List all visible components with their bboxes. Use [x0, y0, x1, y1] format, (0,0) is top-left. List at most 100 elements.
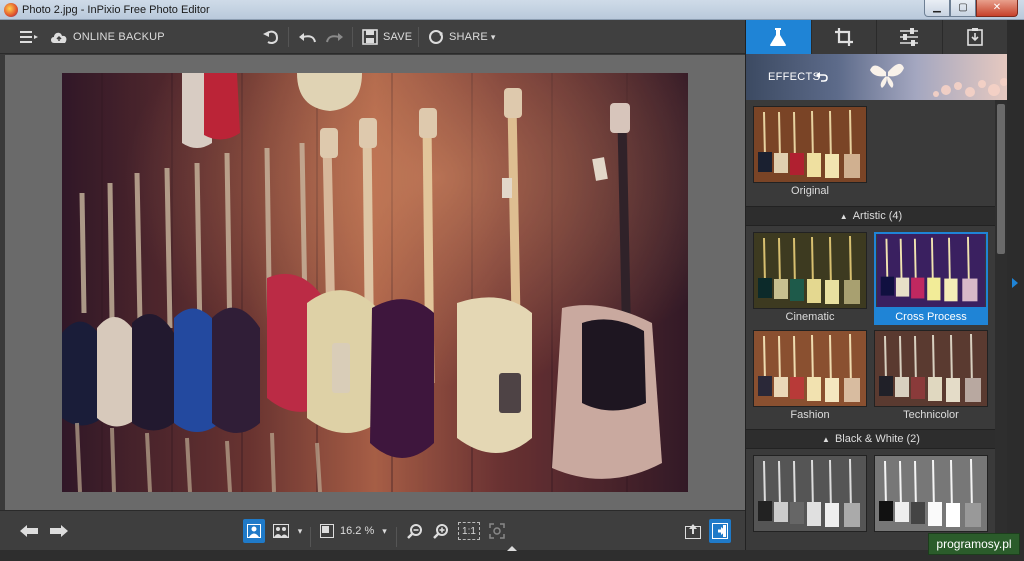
toolbar-separator	[418, 27, 419, 47]
undo-icon	[299, 33, 316, 43]
save-label: SAVE	[383, 31, 413, 43]
sliders-icon	[900, 28, 919, 46]
bottom-toolbar: ▾ 16.2 % ▾ 1:1	[0, 510, 745, 550]
compare-icon	[273, 524, 289, 538]
toolbar-separator	[288, 27, 289, 47]
redo-button[interactable]	[326, 20, 344, 54]
effect-cinematic[interactable]: Cinematic	[753, 232, 867, 325]
effect-thumbnail	[753, 330, 867, 407]
crop-icon	[834, 28, 853, 46]
rotate-button[interactable]	[262, 20, 280, 54]
tab-effects[interactable]	[746, 20, 812, 54]
effect-fashion[interactable]: Fashion	[753, 330, 867, 423]
toggle-panel-button[interactable]	[709, 519, 731, 543]
effect-label: Technicolor	[903, 409, 959, 421]
status-strip	[0, 550, 1024, 561]
zoom-control[interactable]: 16.2 % ▾	[320, 520, 387, 542]
window-controls: ▁ ▢ ✕	[924, 0, 1018, 17]
main-toolbar: ONLINE BACKUP SAVE SHARE ▾	[0, 20, 745, 54]
effect-thumbnail	[874, 455, 988, 532]
panel-collapse-strip[interactable]	[1007, 20, 1024, 550]
effect-label: Fashion	[790, 409, 830, 421]
save-icon	[362, 29, 378, 45]
zoom-out-button[interactable]	[404, 519, 426, 543]
effect-original[interactable]: Original	[753, 106, 867, 199]
effect-thumbnail	[753, 455, 867, 532]
tab-export[interactable]	[943, 20, 1009, 54]
title-bar: Photo 2.jpg - InPixio Free Photo Editor …	[0, 0, 1024, 20]
toolbar-separator	[310, 527, 311, 547]
arrow-left-icon	[20, 525, 38, 537]
toolbar-separator	[352, 27, 353, 47]
tab-adjust[interactable]	[877, 20, 943, 54]
chevron-down-icon: ▾	[297, 525, 303, 536]
guitar-wall-image	[62, 73, 688, 492]
tab-crop[interactable]	[812, 20, 877, 54]
upload-button[interactable]	[682, 519, 704, 543]
next-image-button[interactable]	[46, 519, 70, 543]
actual-size-button[interactable]: 1:1	[458, 522, 480, 540]
panel-toggle-icon	[712, 523, 728, 539]
online-backup-label: ONLINE BACKUP	[73, 31, 165, 43]
compare-view-button[interactable]	[270, 519, 292, 543]
chevron-down-icon: ▾	[382, 525, 387, 536]
undo-button[interactable]	[298, 20, 316, 54]
chevron-down-icon: ▾	[490, 31, 496, 42]
chevron-right-icon[interactable]	[1012, 278, 1018, 288]
fit-window-button[interactable]	[486, 519, 508, 543]
chevron-up-icon: ▲	[822, 434, 830, 444]
previous-image-button[interactable]	[18, 519, 42, 543]
effects-panel: EFFECTS Original ▲ Artistic (4) Cinemati…	[745, 20, 1008, 550]
minimize-button[interactable]: ▁	[924, 0, 950, 17]
app-icon	[4, 3, 18, 17]
menu-button[interactable]	[20, 20, 38, 54]
effect-label: Cinematic	[785, 311, 835, 323]
effect-label	[753, 532, 867, 548]
reset-icon[interactable]	[816, 71, 828, 82]
single-view-button[interactable]	[243, 519, 265, 543]
effects-scrollbar[interactable]	[995, 100, 1007, 550]
view-dropdown[interactable]: ▾	[294, 519, 306, 543]
save-button[interactable]: SAVE	[362, 20, 412, 54]
fit-screen-icon	[320, 524, 334, 538]
zoom-in-icon	[433, 524, 448, 539]
effect-label: Original	[791, 185, 829, 197]
effect-thumbnail	[753, 106, 867, 183]
redo-icon	[326, 33, 343, 43]
collapse-bottom-icon[interactable]	[507, 546, 517, 551]
zoom-value: 16.2 %	[340, 525, 375, 537]
rotate-icon	[263, 30, 279, 44]
window-title: Photo 2.jpg - InPixio Free Photo Editor	[22, 4, 210, 16]
edited-photo[interactable]	[62, 73, 688, 492]
effects-list: Original ▲ Artistic (4) Cinematic Cross …	[746, 100, 996, 550]
section-title: Black & White (2)	[834, 433, 920, 445]
upload-icon	[685, 524, 701, 539]
share-button[interactable]: SHARE ▾	[428, 20, 495, 54]
zoom-out-icon	[407, 524, 422, 539]
section-artistic[interactable]: ▲ Artistic (4)	[746, 206, 996, 226]
effect-thumbnail	[753, 232, 867, 309]
effect-thumbnail	[874, 232, 988, 309]
scrollbar-thumb[interactable]	[997, 104, 1005, 254]
close-button[interactable]: ✕	[976, 0, 1018, 17]
cloud-upload-icon	[51, 32, 67, 43]
actual-size-label: 1:1	[462, 525, 476, 537]
menu-icon	[20, 31, 38, 43]
panel-tabs	[746, 20, 1008, 54]
effect-bw-1[interactable]	[753, 455, 867, 548]
image-canvas[interactable]	[5, 55, 745, 510]
online-backup-button[interactable]: ONLINE BACKUP	[50, 20, 165, 54]
effects-title-text: EFFECTS	[768, 71, 821, 83]
watermark: programosy.pl	[928, 533, 1020, 555]
share-icon	[429, 30, 443, 44]
toolbar-separator	[396, 527, 397, 547]
effect-label: Cross Process	[874, 309, 988, 325]
export-icon	[967, 28, 984, 46]
person-icon	[247, 524, 261, 538]
chevron-up-icon: ▲	[839, 211, 848, 221]
effect-cross-process[interactable]: Cross Process	[874, 232, 988, 325]
zoom-in-button[interactable]	[430, 519, 452, 543]
effect-technicolor[interactable]: Technicolor	[874, 330, 988, 423]
section-black-white[interactable]: ▲ Black & White (2)	[746, 429, 996, 449]
maximize-button[interactable]: ▢	[950, 0, 976, 17]
